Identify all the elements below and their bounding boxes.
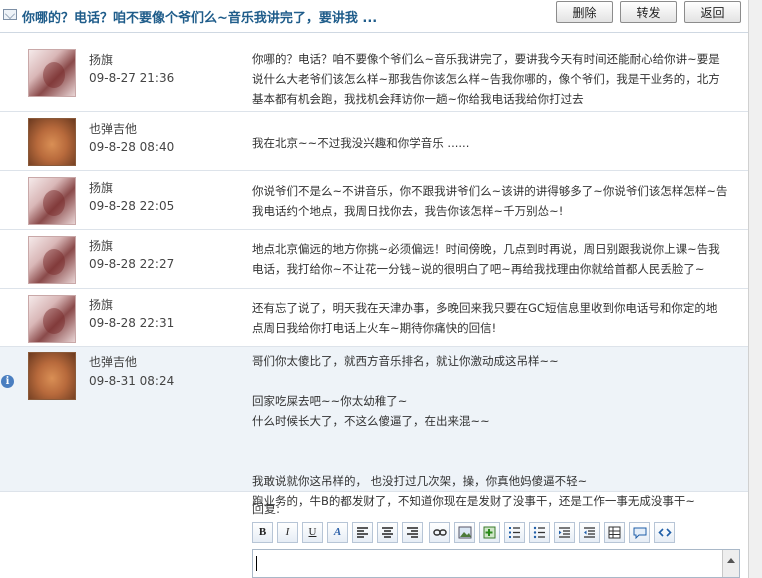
thread-title: 你哪的？电话？咱不要像个爷们么~音乐我讲完了，要讲我 ...	[22, 11, 378, 26]
message-body: 你说爷们不是么~不讲音乐，你不跟我讲爷们么~该讲的讲得够多了~你说爷们该怎样怎样…	[252, 184, 728, 218]
table-button[interactable]	[604, 522, 625, 543]
avatar[interactable]	[28, 236, 76, 284]
outdent-button[interactable]	[579, 522, 600, 543]
reply-label: 回复:	[252, 502, 281, 516]
message-time: 09-8-28 22:05	[89, 199, 175, 213]
image-icon	[458, 526, 472, 539]
reply-editor[interactable]	[252, 549, 740, 578]
ordered-list-button[interactable]	[504, 522, 525, 543]
message-time: 09-8-27 21:36	[89, 71, 175, 85]
unordered-list-button[interactable]	[529, 522, 550, 543]
delete-button[interactable]: 删除	[556, 1, 613, 23]
message-author[interactable]: 扬旗	[89, 296, 113, 313]
avatar[interactable]	[28, 295, 76, 343]
message-body: 地点北京偏远的地方你挑~必须偏远！时间傍晚，几点到时再说，周日别跟我说你上课~告…	[252, 242, 720, 276]
message-time: 09-8-31 08:24	[89, 374, 175, 388]
avatar[interactable]	[28, 118, 76, 166]
message-author[interactable]: 也弹吉他	[89, 353, 137, 370]
insert-media-button[interactable]	[479, 522, 500, 543]
code-icon	[658, 528, 672, 537]
unordered-list-icon	[533, 526, 545, 539]
ordered-list-icon	[509, 527, 520, 538]
message-body: 哥们你太傻比了，就西方音乐排名，就让你激动成这吊样~~ 回家吃屎去吧~~你太幼稚…	[252, 354, 696, 508]
message-item: 扬旗 09-8-28 22:27 地点北京偏远的地方你挑~必须偏远！时间傍晚，几…	[0, 230, 748, 289]
message-item: 扬旗 09-8-28 22:31 还有忘了说了，明天我在天津办事，多晚回来我只要…	[0, 289, 748, 347]
align-right-icon	[407, 527, 418, 538]
outdent-icon	[584, 527, 595, 538]
message-body: 我在北京~~不过我没兴趣和你学音乐 ......	[252, 136, 470, 150]
message-list: 扬旗 09-8-27 21:36 你哪的？电话？咱不要像个爷们么~音乐我讲完了，…	[0, 40, 748, 508]
message-body: 还有忘了说了，明天我在天津办事，多晚回来我只要在GC短信息里收到你电话号和你定的…	[252, 301, 718, 335]
thread-header: 你哪的？电话？咱不要像个爷们么~音乐我讲完了，要讲我 ... 删除 转发 返回	[0, 0, 748, 33]
message-author[interactable]: 扬旗	[89, 179, 113, 196]
underline-button[interactable]: U	[302, 522, 323, 543]
italic-button[interactable]: I	[277, 522, 298, 543]
message-author[interactable]: 扬旗	[89, 237, 113, 254]
insert-media-icon	[483, 526, 496, 539]
align-center-button[interactable]	[377, 522, 398, 543]
message-time: 09-8-28 08:40	[89, 140, 175, 154]
message-author[interactable]: 也弹吉他	[89, 120, 137, 137]
bold-button[interactable]: B	[252, 522, 273, 543]
align-center-icon	[382, 527, 393, 538]
text-caret	[256, 556, 257, 571]
indent-button[interactable]	[554, 522, 575, 543]
message-time: 09-8-28 22:27	[89, 257, 175, 271]
link-icon	[433, 529, 447, 536]
table-icon	[608, 526, 621, 539]
font-color-button[interactable]: A	[327, 522, 348, 543]
source-code-button[interactable]	[654, 522, 675, 543]
info-icon: i	[1, 375, 14, 388]
indent-icon	[559, 527, 570, 538]
avatar[interactable]	[28, 177, 76, 225]
message-item: 扬旗 09-8-28 22:05 你说爷们不是么~不讲音乐，你不跟我讲爷们么~该…	[0, 171, 748, 230]
message-item: 扬旗 09-8-27 21:36 你哪的？电话？咱不要像个爷们么~音乐我讲完了，…	[0, 40, 748, 112]
link-button[interactable]	[429, 522, 450, 543]
align-left-button[interactable]	[352, 522, 373, 543]
image-button[interactable]	[454, 522, 475, 543]
speech-bubble-icon	[633, 527, 647, 539]
message-item: 也弹吉他 09-8-28 08:40 我在北京~~不过我没兴趣和你学音乐 ...…	[0, 112, 748, 171]
align-left-icon	[357, 527, 368, 538]
message-item-selected: i 也弹吉他 09-8-31 08:24 哥们你太傻比了，就西方音乐排名，就让你…	[0, 347, 748, 508]
page-scrollbar[interactable]	[748, 0, 762, 578]
forward-button[interactable]: 转发	[620, 1, 677, 23]
avatar[interactable]	[28, 49, 76, 97]
avatar[interactable]	[28, 352, 76, 400]
message-author[interactable]: 扬旗	[89, 51, 113, 68]
message-time: 09-8-28 22:31	[89, 316, 175, 330]
message-body: 你哪的？电话？咱不要像个爷们么~音乐我讲完了，要讲我今天有时间还能耐心给你讲~要…	[252, 52, 720, 106]
align-right-button[interactable]	[402, 522, 423, 543]
editor-scrollbar[interactable]	[722, 550, 739, 577]
envelope-icon	[3, 9, 17, 20]
back-button[interactable]: 返回	[684, 1, 741, 23]
quote-button[interactable]	[629, 522, 650, 543]
